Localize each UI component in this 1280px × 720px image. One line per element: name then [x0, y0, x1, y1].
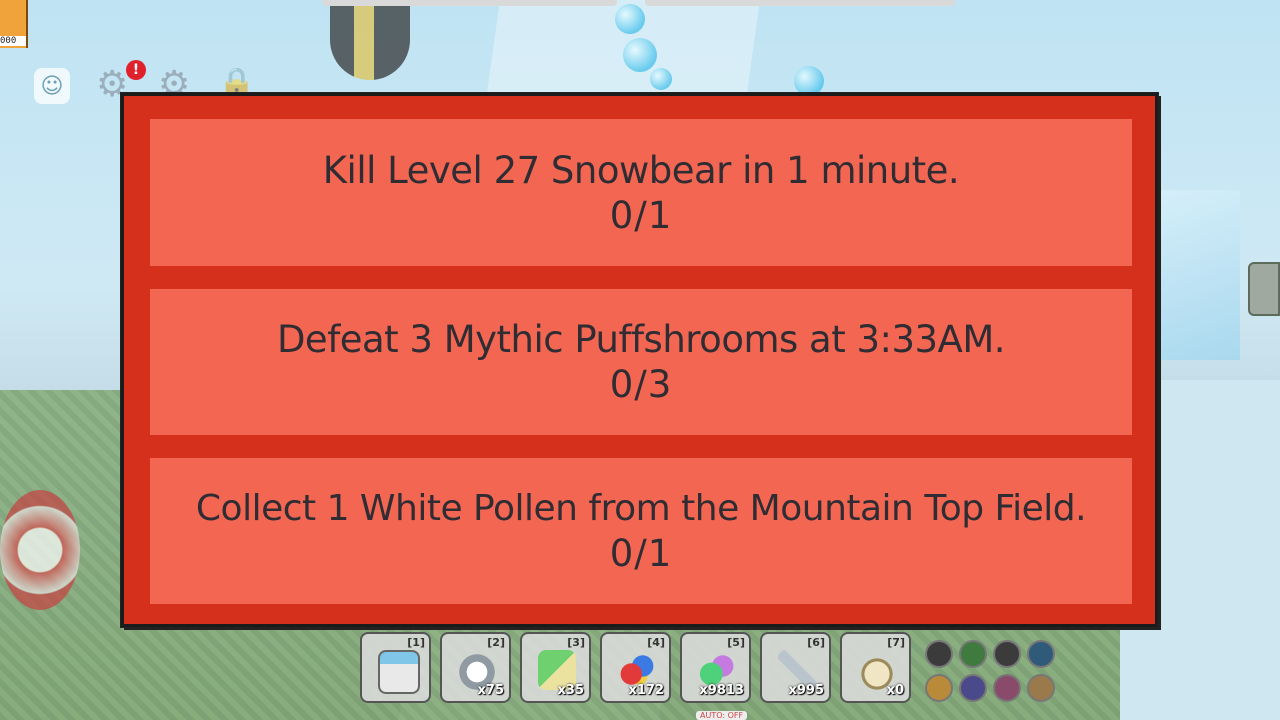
slot-count: x35 — [557, 683, 584, 698]
bubble — [615, 4, 645, 34]
quest-title: Collect 1 White Pollen from the Mountain… — [195, 488, 1087, 529]
bubble — [650, 68, 672, 90]
side-menu-button[interactable] — [1248, 262, 1280, 316]
buff-grid — [925, 640, 1055, 702]
buff-icon — [959, 674, 987, 702]
hotbar-slot-3[interactable]: [3] x35 — [520, 632, 591, 703]
slot-count: x0 — [886, 683, 904, 698]
bubble — [623, 38, 657, 72]
hotbar-slot-6[interactable]: [6] x995 — [760, 632, 831, 703]
quest-row: Defeat 3 Mythic Puffshrooms at 3:33AM. 0… — [150, 289, 1132, 435]
quest-progress: 0/1 — [609, 193, 673, 237]
quest-progress: 0/1 — [609, 532, 673, 575]
quest-row: Collect 1 White Pollen from the Mountain… — [150, 458, 1132, 604]
buff-icon — [959, 640, 987, 668]
buff-icon — [1027, 674, 1055, 702]
smiley-menu-icon[interactable]: ☺ — [34, 68, 70, 104]
slot-count: x172 — [628, 683, 664, 698]
slot-key: [3] — [567, 636, 585, 649]
hotbar-slot-1[interactable]: [1] — [360, 632, 431, 703]
hotbar-slot-2[interactable]: [2] x75 — [440, 632, 511, 703]
slot-key: [2] — [487, 636, 505, 649]
quest-title: Defeat 3 Mythic Puffshrooms at 3:33AM. — [276, 318, 1006, 361]
quest-progress: 0/3 — [609, 363, 673, 406]
slot-count: x75 — [477, 683, 504, 698]
slot-key: [4] — [647, 636, 665, 649]
hotbar-slot-4[interactable]: [4] x172 — [600, 632, 671, 703]
hotbar-slot-7[interactable]: [7] x0 — [840, 632, 911, 703]
buff-icon — [925, 674, 953, 702]
slot-count: x9813 — [699, 683, 744, 698]
quest-row: Kill Level 27 Snowbear in 1 minute. 0/1 — [150, 119, 1132, 266]
slot-key: [5] — [727, 636, 745, 649]
bear-avatar-icon[interactable]: 000 — [0, 0, 28, 48]
slot-key: [1] — [407, 636, 425, 649]
meter-bar — [322, 0, 617, 6]
meter-bar — [645, 0, 955, 6]
hotbar-slot-5[interactable]: [5] x9813 — [680, 632, 751, 703]
honey-counter: 000 — [0, 36, 26, 46]
buff-icon — [925, 640, 953, 668]
buff-icon — [993, 674, 1021, 702]
red-white-pad — [0, 490, 80, 610]
striped-tower — [330, 0, 410, 80]
bubble — [794, 66, 824, 96]
buff-icon — [1027, 640, 1055, 668]
alert-badge: ! — [126, 60, 146, 80]
buff-icon — [993, 640, 1021, 668]
slot-key: [6] — [807, 636, 825, 649]
quest-panel: Kill Level 27 Snowbear in 1 minute. 0/1 … — [121, 93, 1158, 627]
quest-title: Kill Level 27 Snowbear in 1 minute. — [322, 148, 960, 192]
hotbar: [1] [2] x75 [3] x35 [4] x172 [5] x9813 [… — [360, 632, 911, 708]
sprinkler-icon — [378, 650, 420, 694]
slot-key: [7] — [887, 636, 905, 649]
auto-status-tag: AUTO: OFF — [696, 711, 748, 720]
slot-count: x995 — [788, 683, 824, 698]
